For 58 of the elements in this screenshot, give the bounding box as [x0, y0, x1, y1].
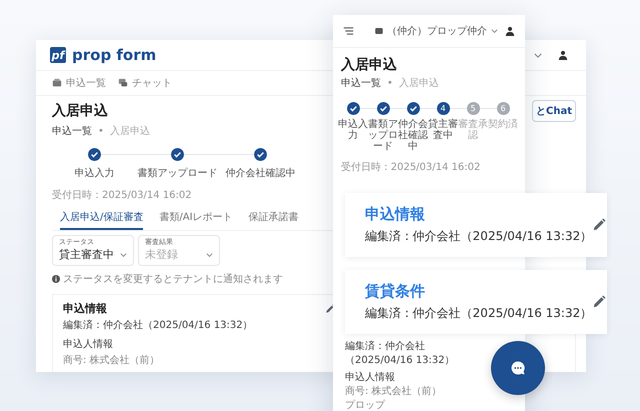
breadcrumb-separator: • [387, 78, 393, 88]
field-value: プロップ [345, 398, 385, 411]
tab[interactable]: 保証承諾書 [248, 210, 299, 230]
breadcrumb-link[interactable]: 申込一覧 [341, 76, 381, 90]
step-label: 書類アップロード [368, 119, 398, 152]
edited-text: 編集済 : 仲介会社（2025/04/16 13:32） [365, 305, 592, 322]
field-value: 商号: 株式会社（前） [63, 354, 160, 367]
user-icon[interactable] [558, 50, 568, 60]
logo-text: prop form [72, 46, 156, 64]
edited-text: 編集済：仲介会社（2025/04/16 13:32） [345, 340, 456, 367]
breadcrumb-link[interactable]: 申込一覧 [52, 124, 92, 138]
step-number: 4 [436, 102, 450, 115]
pencil-icon[interactable] [592, 218, 606, 232]
notice-text: ステータスを変更するとテナントに通知されます [63, 272, 283, 286]
pencil-icon[interactable] [592, 295, 606, 309]
company-selector[interactable]: （仲介）プロップ仲介 [375, 24, 498, 38]
edited-text: 編集済：仲介会社（2025/04/16 13:32） [63, 318, 253, 332]
step-number: 5 [466, 102, 480, 115]
received-date: 受付日時 : 2025/03/14 16:02 [341, 160, 480, 174]
step-label: 申込入力 [74, 166, 114, 180]
logo-mark: pf [50, 47, 66, 63]
tab[interactable]: 書類/AIレポート [159, 210, 233, 230]
section-label: 申込人情報 [345, 370, 395, 384]
pencil-icon[interactable] [325, 304, 335, 314]
step-number: 6 [496, 102, 510, 115]
chevron-down-icon [491, 29, 498, 33]
card-title: 申込情報 [63, 301, 107, 316]
chat-button[interactable]: とChat [532, 100, 576, 122]
breadcrumb-separator: • [98, 126, 104, 136]
nav-link[interactable]: チャット [118, 76, 172, 90]
step-label: 仲介会社確認中 [398, 119, 428, 152]
step-label: 契約済 [488, 119, 518, 130]
chevron-down-icon [534, 52, 542, 58]
chevron-down-icon [206, 252, 213, 256]
info-icon [52, 275, 60, 283]
step-label: 審査承認 [458, 119, 488, 141]
field-value: 商号: 株式会社（前） [345, 384, 442, 398]
edited-text: 編集済 : 仲介会社（2025/04/16 13:32） [365, 228, 592, 245]
user-icon[interactable] [505, 26, 515, 36]
step-label: 仲介会社確認中 [226, 166, 296, 180]
breadcrumb-current: 入居申込 [398, 76, 439, 90]
card-title: 賃貸条件 [365, 282, 426, 301]
tray-icon [52, 78, 62, 88]
card-title: 申込情報 [365, 205, 426, 224]
page-title: 入居申込 [52, 102, 108, 120]
received-date: 受付日時：2025/03/14 16:02 [52, 188, 192, 202]
step-label: 貸主審査中 [428, 119, 458, 141]
step-label: 申込入力 [338, 119, 368, 141]
step-label: 書類アップロード [138, 166, 218, 180]
page-title: 入居申込 [341, 56, 398, 74]
section-label: 申込人情報 [63, 338, 113, 351]
menu-icon[interactable] [343, 27, 354, 35]
tab[interactable]: 入居申込/保証審査 [60, 210, 144, 230]
nav-link[interactable]: 申込一覧 [52, 76, 106, 90]
breadcrumb-current: 入居申込 [110, 124, 150, 138]
chevron-down-icon [120, 252, 127, 256]
chat-icon [118, 78, 128, 88]
speech-bubble-icon [510, 360, 526, 376]
